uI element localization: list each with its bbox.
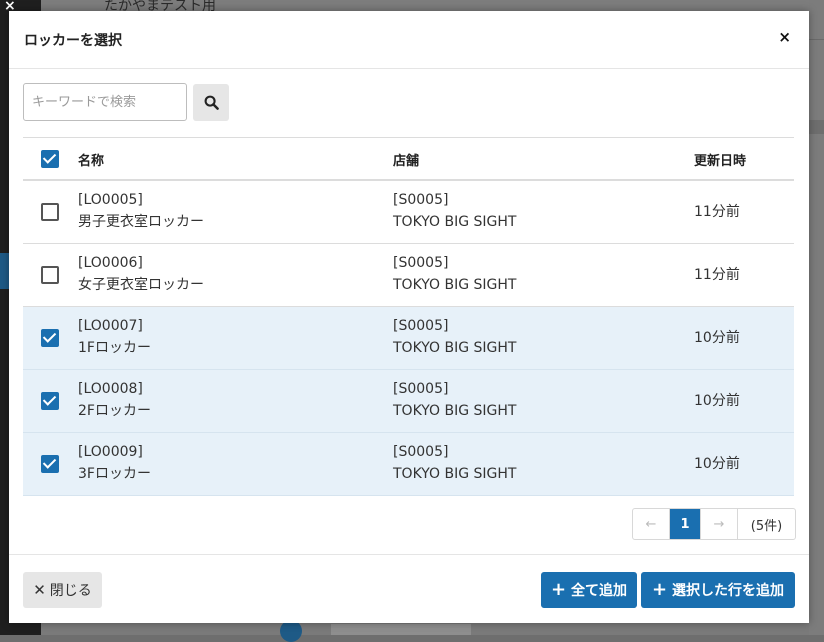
- updated-cell: 10分前: [694, 330, 740, 346]
- column-header-store: 店舗: [393, 154, 420, 169]
- updated-cell: 11分前: [694, 267, 740, 283]
- store-name: TOKYO BIG SIGHT: [393, 277, 517, 293]
- store-name: TOKYO BIG SIGHT: [393, 403, 517, 419]
- next-page-button[interactable]: →: [701, 509, 738, 539]
- search-input[interactable]: [23, 83, 187, 121]
- background-right-panel: [809, 0, 824, 635]
- store-name: TOKYO BIG SIGHT: [393, 466, 517, 482]
- background-block: [809, 120, 824, 134]
- updated-cell: 11分前: [694, 204, 740, 220]
- name-cell: [LO0009] 3Fロッカー: [78, 441, 151, 485]
- modal-header: ロッカーを選択 ×: [9, 11, 809, 69]
- table-row[interactable]: [LO0009] 3Fロッカー [S0005] TOKYO BIG SIGHT …: [23, 433, 794, 496]
- background-bar: [331, 624, 471, 635]
- table-row[interactable]: [LO0008] 2Fロッカー [S0005] TOKYO BIG SIGHT …: [23, 370, 794, 433]
- close-icon: ✕: [33, 581, 46, 599]
- store-code: [S0005]: [393, 444, 449, 460]
- updated-cell: 10分前: [694, 393, 740, 409]
- close-button[interactable]: ✕ 閉じる: [23, 572, 102, 608]
- locker-code: [LO0005]: [78, 192, 143, 208]
- locker-name: 男子更衣室ロッカー: [78, 214, 204, 230]
- add-selected-label: 選択した行を追加: [672, 583, 785, 599]
- table-header: 名称 店舗 更新日時: [23, 137, 794, 181]
- locker-select-modal: ロッカーを選択 × 名称 店舗 更新日時 [LO0005] 男子更衣室ロッカー …: [9, 11, 809, 623]
- table-row[interactable]: [LO0007] 1Fロッカー [S0005] TOKYO BIG SIGHT …: [23, 307, 794, 370]
- locker-name: 女子更衣室ロッカー: [78, 277, 204, 293]
- background-active-nav: [0, 253, 9, 289]
- store-cell: [S0005] TOKYO BIG SIGHT: [393, 315, 516, 359]
- add-all-button[interactable]: + 全て追加: [541, 572, 637, 608]
- search-icon: [204, 95, 219, 110]
- select-all-checkbox[interactable]: [41, 150, 59, 168]
- column-header-updated: 更新日時: [694, 154, 747, 169]
- table-row[interactable]: [LO0005] 男子更衣室ロッカー [S0005] TOKYO BIG SIG…: [23, 181, 794, 244]
- row-checkbox[interactable]: [41, 329, 59, 347]
- updated-cell: 10分前: [694, 456, 740, 472]
- row-checkbox[interactable]: [41, 266, 59, 284]
- add-selected-button[interactable]: + 選択した行を追加: [641, 572, 795, 608]
- add-all-label: 全て追加: [571, 583, 628, 599]
- locker-name: 2Fロッカー: [78, 403, 151, 419]
- background-divider: [809, 39, 824, 40]
- store-cell: [S0005] TOKYO BIG SIGHT: [393, 189, 516, 233]
- close-icon[interactable]: ×: [778, 28, 791, 46]
- store-cell: [S0005] TOKYO BIG SIGHT: [393, 252, 516, 296]
- store-code: [S0005]: [393, 381, 449, 397]
- locker-name: 1Fロッカー: [78, 340, 151, 356]
- locker-table: 名称 店舗 更新日時 [LO0005] 男子更衣室ロッカー [S0005] TO…: [23, 137, 794, 496]
- name-cell: [LO0007] 1Fロッカー: [78, 315, 151, 359]
- modal-title: ロッカーを選択: [24, 33, 122, 49]
- row-checkbox[interactable]: [41, 455, 59, 473]
- search-button[interactable]: [193, 84, 229, 121]
- locker-code: [LO0006]: [78, 255, 143, 271]
- store-name: TOKYO BIG SIGHT: [393, 340, 517, 356]
- store-code: [S0005]: [393, 192, 449, 208]
- prev-page-button[interactable]: ←: [633, 509, 670, 539]
- row-checkbox[interactable]: [41, 203, 59, 221]
- page-1-button[interactable]: 1: [670, 509, 701, 539]
- modal-footer: ✕ 閉じる + 全て追加 + 選択した行を追加: [9, 554, 809, 624]
- store-cell: [S0005] TOKYO BIG SIGHT: [393, 378, 516, 422]
- store-code: [S0005]: [393, 318, 449, 334]
- locker-code: [LO0009]: [78, 444, 143, 460]
- name-cell: [LO0006] 女子更衣室ロッカー: [78, 252, 204, 296]
- close-button-label: 閉じる: [49, 583, 92, 599]
- store-cell: [S0005] TOKYO BIG SIGHT: [393, 441, 516, 485]
- locker-code: [LO0007]: [78, 318, 143, 334]
- name-cell: [LO0005] 男子更衣室ロッカー: [78, 189, 204, 233]
- pagination: ← 1 → (5件): [632, 508, 796, 540]
- column-header-name: 名称: [78, 154, 105, 169]
- name-cell: [LO0008] 2Fロッカー: [78, 378, 151, 422]
- row-checkbox[interactable]: [41, 392, 59, 410]
- store-code: [S0005]: [393, 255, 449, 271]
- locker-name: 3Fロッカー: [78, 466, 151, 482]
- locker-code: [LO0008]: [78, 381, 143, 397]
- plus-icon: +: [550, 579, 567, 600]
- plus-icon: +: [651, 579, 668, 600]
- store-name: TOKYO BIG SIGHT: [393, 214, 517, 230]
- total-count: (5件): [750, 518, 783, 534]
- table-row[interactable]: [LO0006] 女子更衣室ロッカー [S0005] TOKYO BIG SIG…: [23, 244, 794, 307]
